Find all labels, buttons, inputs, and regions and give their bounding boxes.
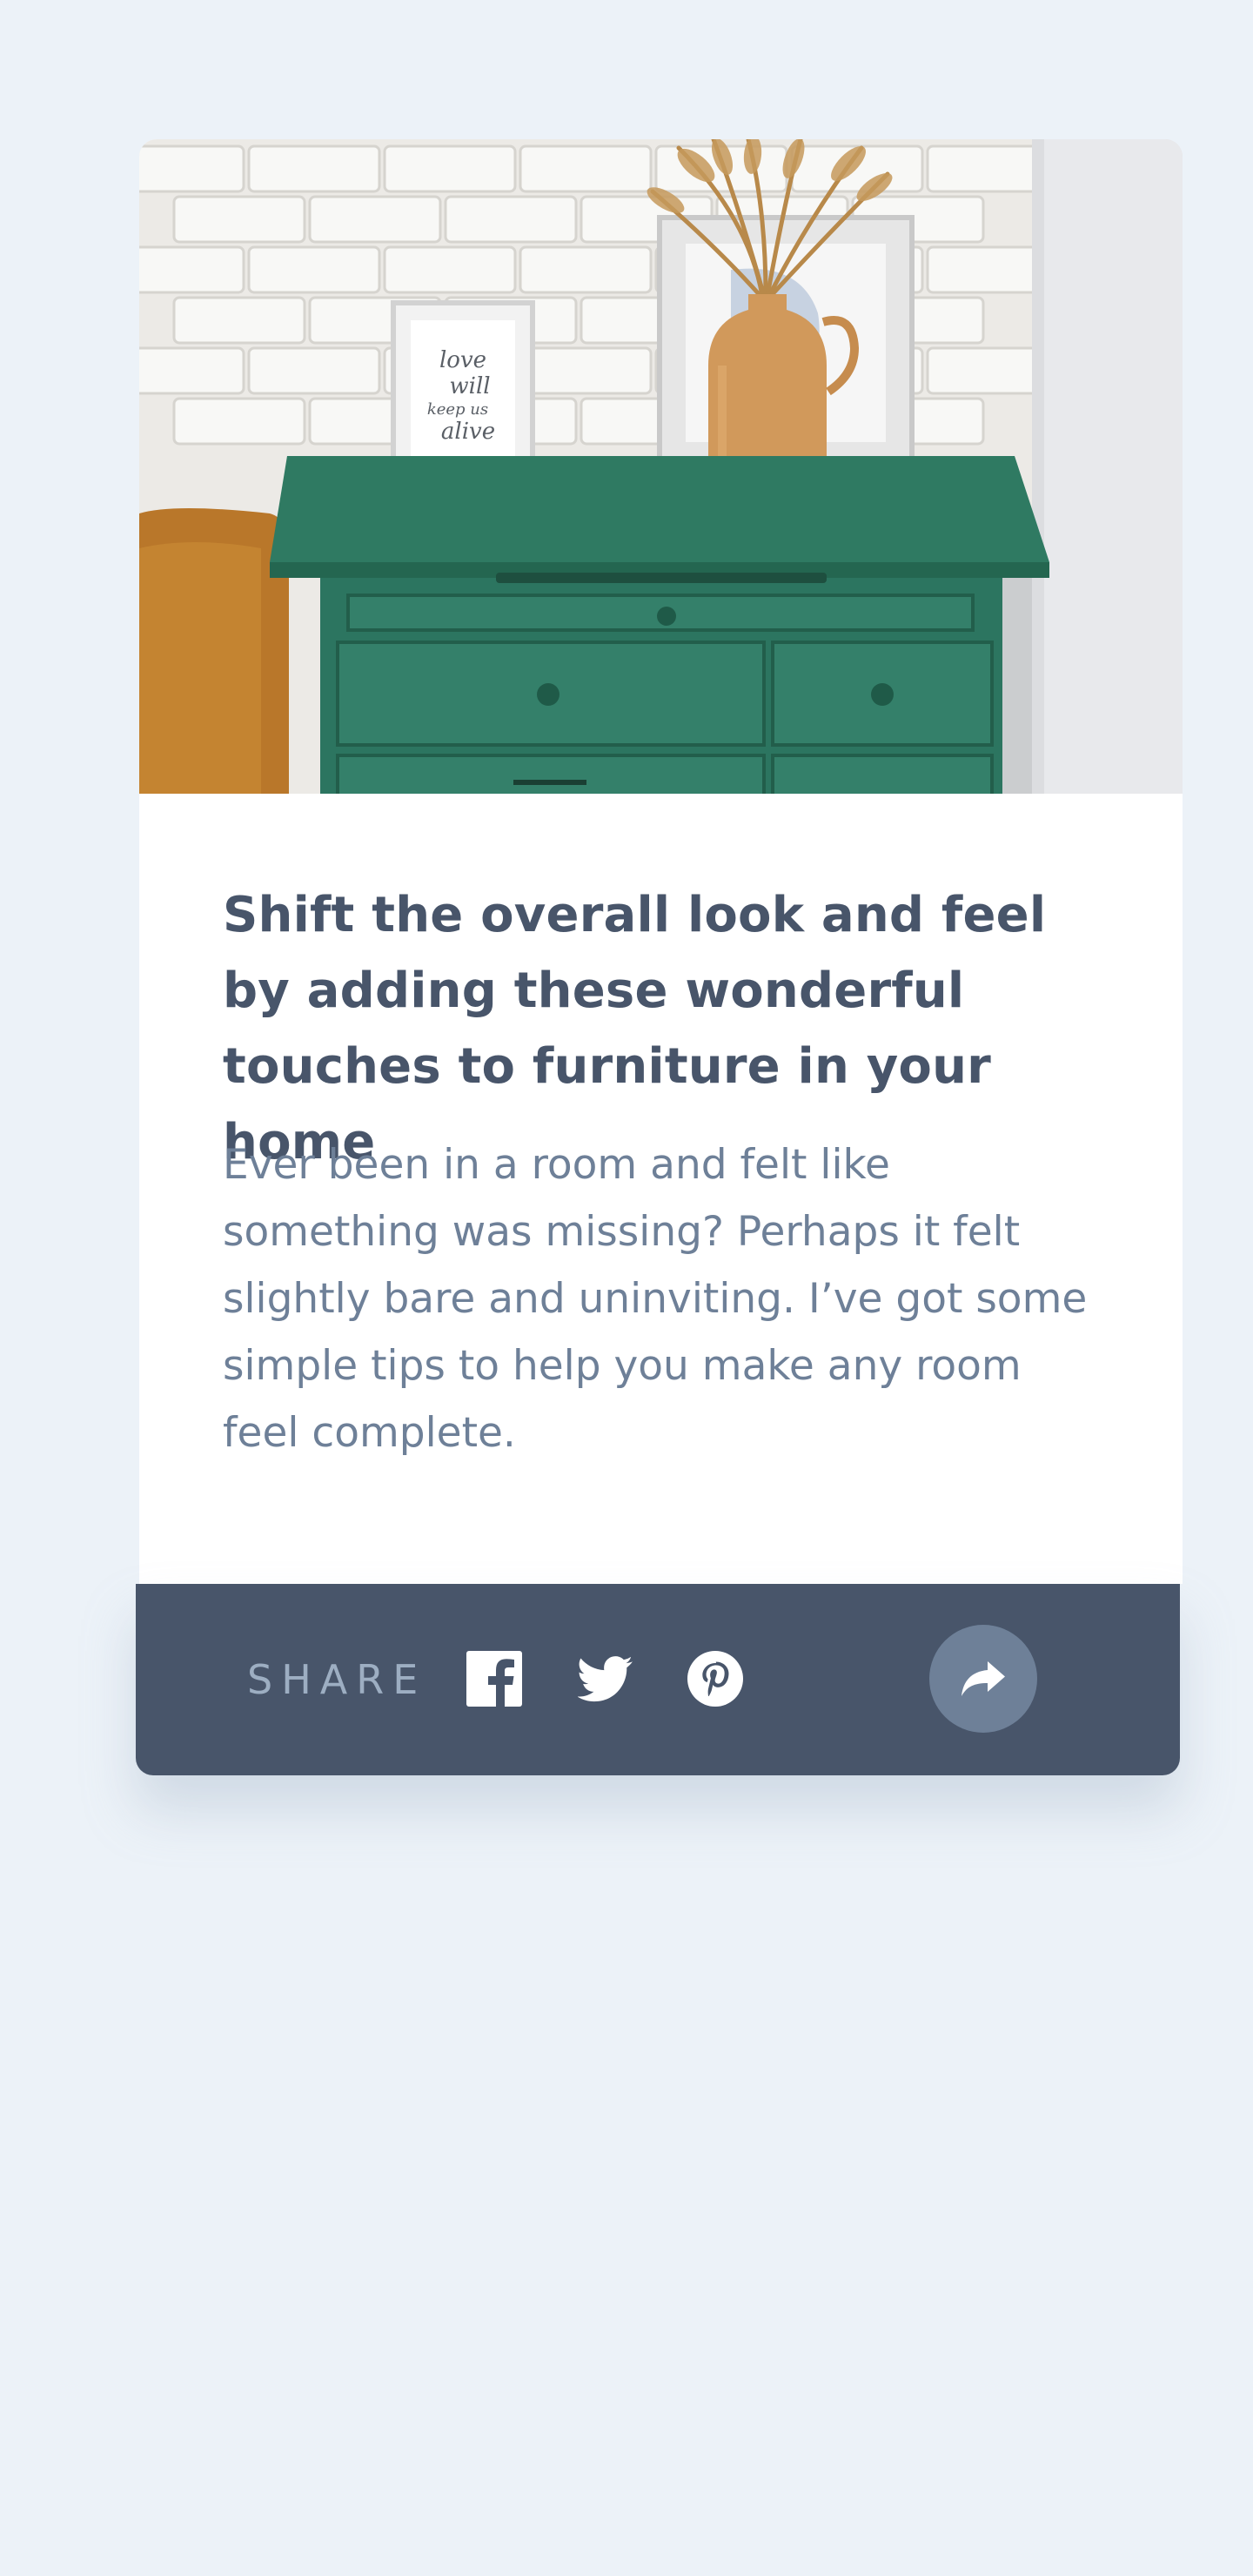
- share-bar: SHARE: [136, 1584, 1180, 1775]
- article-excerpt: Ever been in a room and felt like someth…: [223, 1141, 1088, 1457]
- svg-text:keep us: keep us: [427, 400, 488, 419]
- svg-text:alive: alive: [441, 419, 495, 445]
- svg-text:will: will: [449, 373, 490, 399]
- card-body: love will keep us alive Shift the overal…: [139, 139, 1183, 1584]
- drawers-photo: love will keep us alive: [139, 139, 1183, 794]
- article-preview-card: love will keep us alive Shift the overal…: [136, 139, 1183, 1775]
- twitter-icon[interactable]: [576, 1651, 633, 1707]
- share-label: SHARE: [247, 1656, 427, 1703]
- share-arrow-icon: [962, 1661, 1005, 1696]
- facebook-icon[interactable]: [466, 1651, 522, 1707]
- pinterest-icon[interactable]: [687, 1651, 743, 1707]
- share-button[interactable]: [929, 1625, 1037, 1733]
- svg-text:love: love: [439, 347, 486, 373]
